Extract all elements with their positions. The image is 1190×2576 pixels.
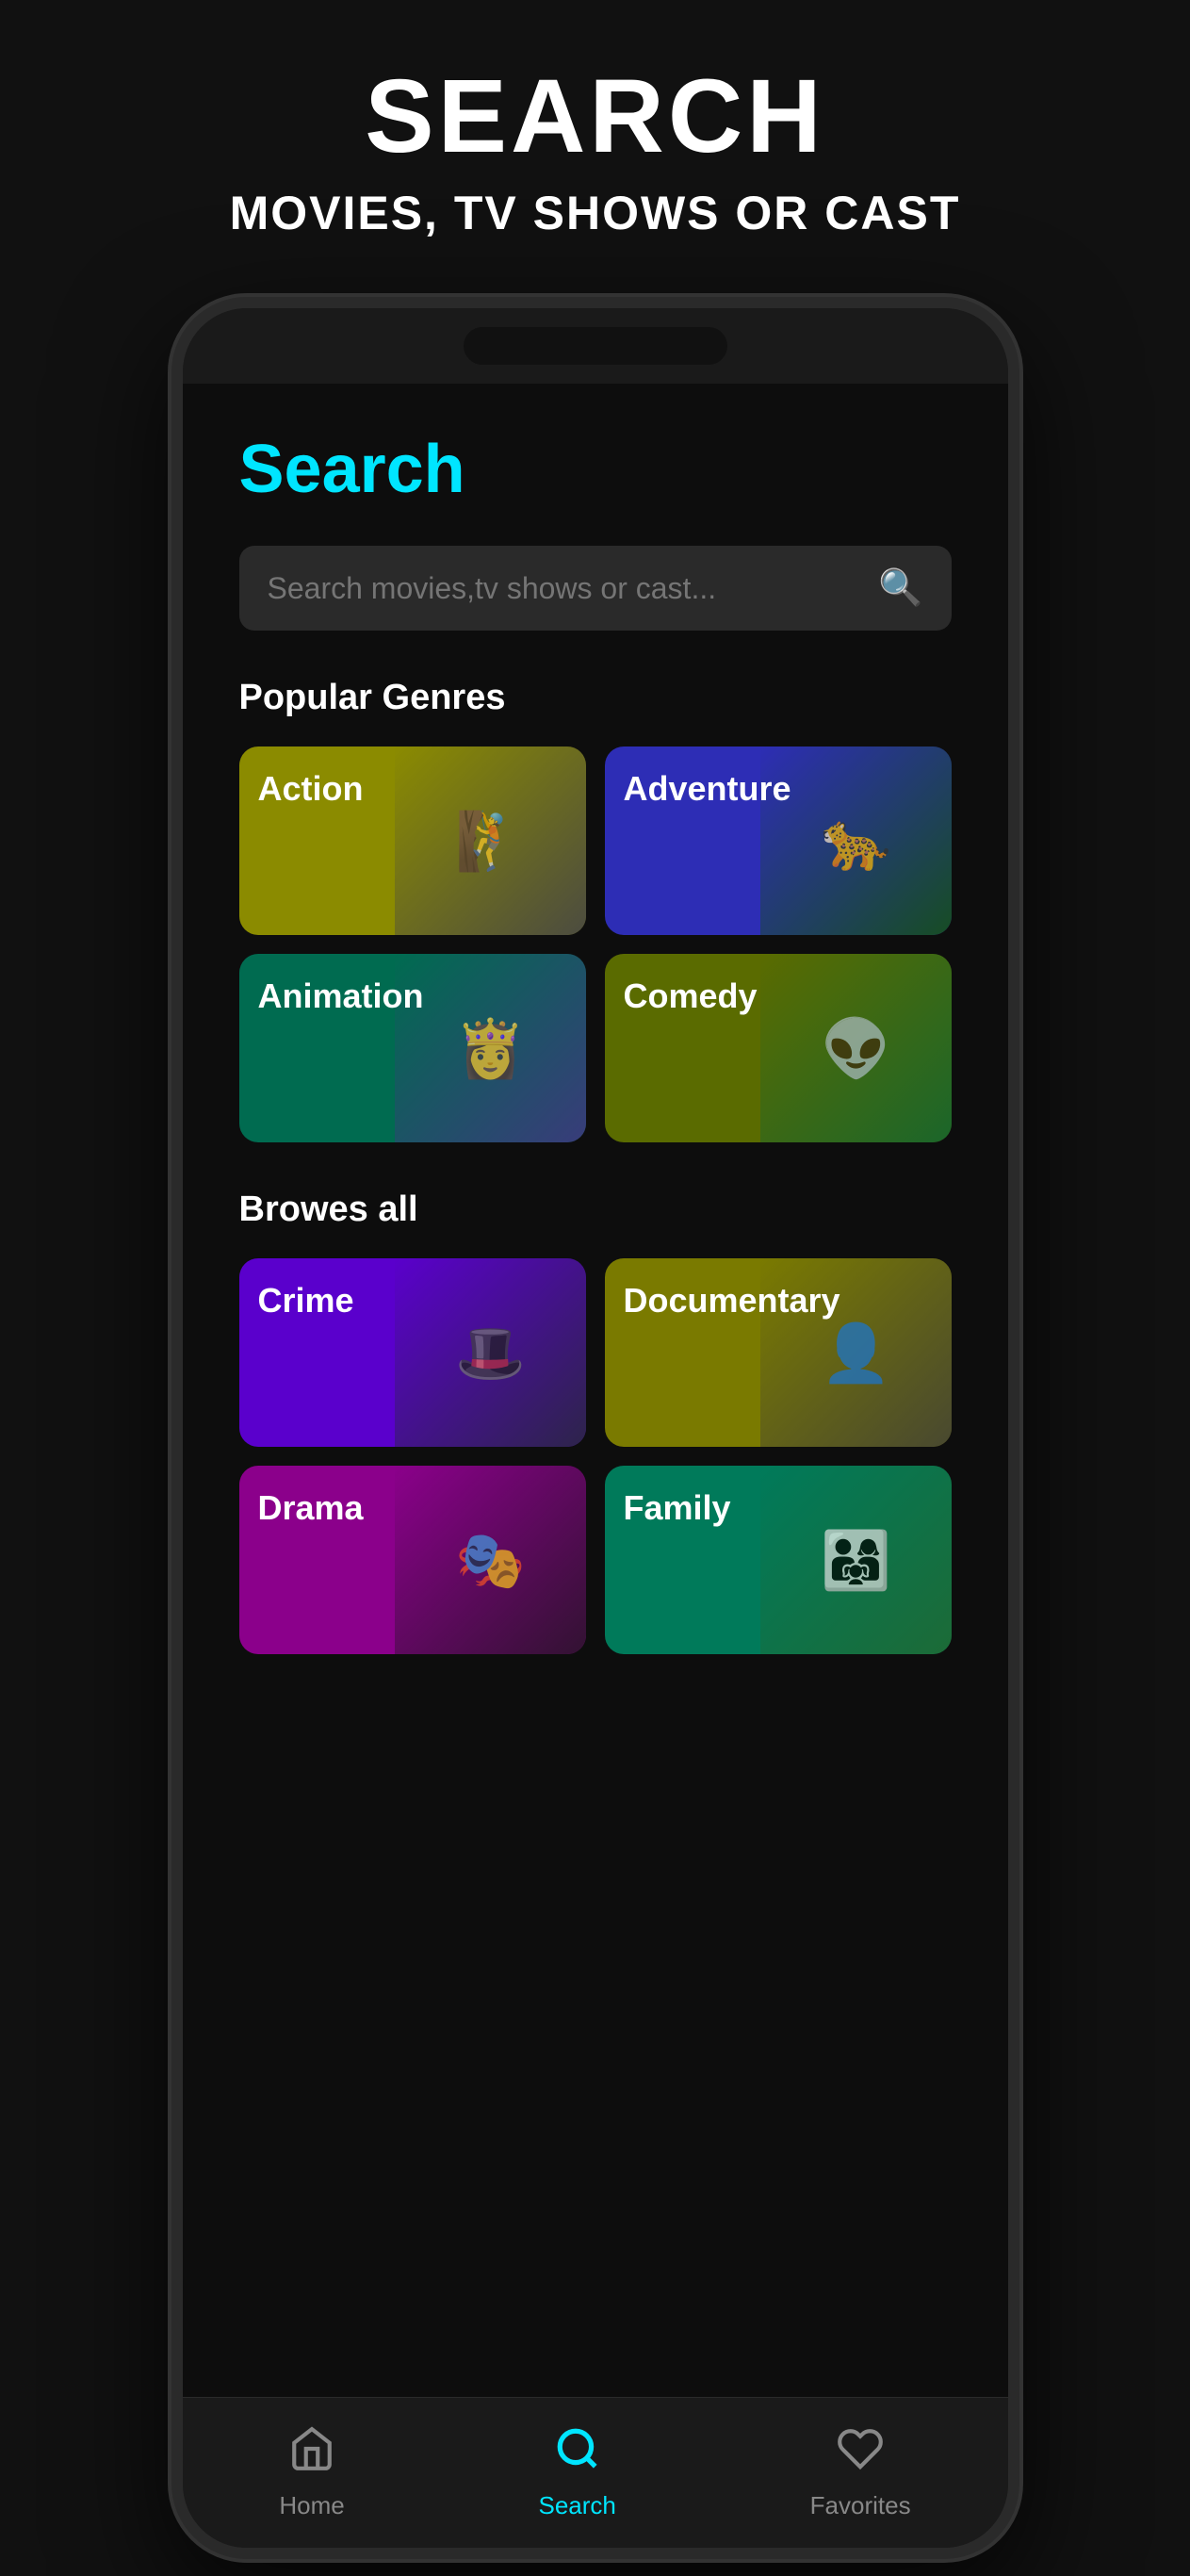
- popular-genres-label: Popular Genres: [239, 678, 952, 718]
- genre-crime-card[interactable]: Crime 🎩: [239, 1258, 586, 1447]
- marketing-header: SEARCH MOVIES, TV SHOWS OR CAST: [230, 57, 961, 240]
- phone-device: Search 🔍 Popular Genres Action 🧗 Adventu…: [171, 297, 1019, 2559]
- browse-all-grid: Crime 🎩 Documentary 👤 Drama: [239, 1258, 952, 1654]
- phone-screen: Search 🔍 Popular Genres Action 🧗 Adventu…: [183, 384, 1008, 2397]
- home-icon: [288, 2425, 335, 2484]
- genre-documentary-label: Documentary: [605, 1258, 859, 1343]
- genre-drama-card[interactable]: Drama 🎭: [239, 1466, 586, 1654]
- main-subtitle: MOVIES, TV SHOWS OR CAST: [230, 186, 961, 240]
- nav-search[interactable]: Search: [501, 2416, 654, 2530]
- drama-poster: 🎭: [395, 1466, 585, 1654]
- search-icon[interactable]: 🔍: [878, 567, 922, 609]
- genre-action-label: Action: [239, 747, 383, 831]
- popular-genres-grid: Action 🧗 Adventure 🐆 Animation: [239, 747, 952, 1142]
- phone-top-bar: [183, 308, 1008, 384]
- genre-adventure-card[interactable]: Adventure 🐆: [605, 747, 952, 935]
- action-figure: 🧗: [395, 747, 585, 935]
- search-nav-icon: [554, 2425, 601, 2484]
- crime-poster: 🎩: [395, 1258, 585, 1447]
- main-title: SEARCH: [230, 57, 961, 176]
- family-figure: 👨‍👩‍👧: [760, 1466, 951, 1654]
- bottom-navigation: Home Search Favorites: [183, 2397, 1008, 2548]
- genre-crime-label: Crime: [239, 1258, 373, 1343]
- search-bar[interactable]: 🔍: [239, 546, 952, 631]
- search-input[interactable]: [268, 571, 879, 606]
- genre-comedy-card[interactable]: Comedy 👽: [605, 954, 952, 1142]
- favorites-icon: [837, 2425, 884, 2484]
- camera-notch: [464, 327, 727, 365]
- genre-animation-card[interactable]: Animation 👸: [239, 954, 586, 1142]
- family-poster: 👨‍👩‍👧: [760, 1466, 951, 1654]
- genre-family-card[interactable]: Family 👨‍👩‍👧: [605, 1466, 952, 1654]
- nav-home-label: Home: [279, 2491, 344, 2520]
- crime-figure: 🎩: [395, 1258, 585, 1447]
- comedy-poster: 👽: [760, 954, 951, 1142]
- page-title: Search: [239, 431, 952, 508]
- nav-favorites[interactable]: Favorites: [773, 2416, 949, 2530]
- genre-comedy-label: Comedy: [605, 954, 776, 1039]
- comedy-figure: 👽: [760, 954, 951, 1142]
- genre-action-card[interactable]: Action 🧗: [239, 747, 586, 935]
- genre-family-label: Family: [605, 1466, 750, 1551]
- volume-up-button: [171, 638, 179, 714]
- genre-adventure-label: Adventure: [605, 747, 810, 831]
- action-poster: 🧗: [395, 747, 585, 935]
- nav-favorites-label: Favorites: [810, 2491, 911, 2520]
- genre-animation-label: Animation: [239, 954, 443, 1039]
- browse-all-label: Browes all: [239, 1190, 952, 1230]
- power-button: [1012, 685, 1019, 817]
- nav-home[interactable]: Home: [241, 2416, 382, 2530]
- genre-documentary-card[interactable]: Documentary 👤: [605, 1258, 952, 1447]
- genre-drama-label: Drama: [239, 1466, 383, 1551]
- nav-search-label: Search: [539, 2491, 616, 2520]
- drama-figure: 🎭: [395, 1466, 585, 1654]
- volume-down-button: [171, 742, 179, 817]
